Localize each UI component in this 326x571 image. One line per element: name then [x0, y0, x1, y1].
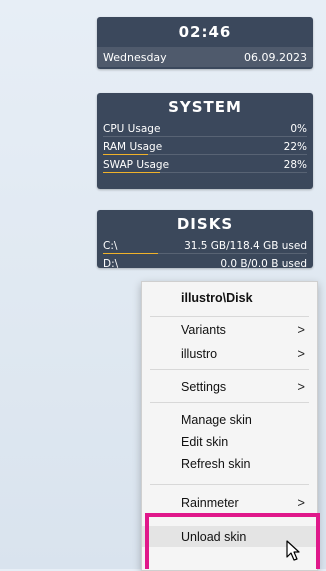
system-row-label: SWAP Usage: [103, 159, 170, 171]
system-row-value: 0%: [290, 123, 307, 135]
menu-item-label: Rainmeter: [181, 495, 239, 510]
system-row-cpu: CPU Usage 0%: [97, 120, 313, 138]
submenu-arrow-icon: >: [297, 495, 305, 510]
disk-row-label: C:\: [103, 240, 118, 252]
system-row-label: CPU Usage: [103, 123, 161, 135]
usage-meter-track: [103, 136, 307, 137]
system-row-swap: SWAP Usage 28%: [97, 156, 313, 174]
system-row-ram: RAM Usage 22%: [97, 138, 313, 156]
system-row-value: 22%: [283, 141, 307, 153]
menu-item-settings[interactable]: Settings >: [142, 376, 317, 397]
menu-header: illustro\Disk: [181, 290, 253, 305]
disks-widget[interactable]: DISKS C:\ 31.5 GB/118.4 GB used D:\ 0.0 …: [97, 210, 313, 268]
usage-meter: [103, 172, 160, 173]
menu-item-label: Variants: [181, 322, 226, 337]
submenu-arrow-icon: >: [297, 322, 305, 337]
system-title: SYSTEM: [168, 98, 242, 116]
disk-row-c: C:\ 31.5 GB/118.4 GB used: [97, 237, 313, 255]
menu-item-rainmeter[interactable]: Rainmeter >: [142, 492, 317, 513]
menu-item-edit-skin[interactable]: Edit skin: [142, 431, 317, 452]
clock-date: 06.09.2023: [244, 50, 307, 64]
menu-separator: [150, 316, 309, 317]
system-widget[interactable]: SYSTEM CPU Usage 0% RAM Usage 22% SWAP U…: [97, 93, 313, 189]
system-row-label: RAM Usage: [103, 141, 163, 153]
disk-row-value: 0.0 B/0.0 B used: [220, 258, 307, 268]
menu-item-label: Edit skin: [181, 434, 229, 449]
submenu-arrow-icon: >: [297, 346, 305, 361]
menu-item-manage-skin[interactable]: Manage skin: [142, 409, 317, 430]
menu-separator: [150, 484, 309, 485]
menu-item-illustro[interactable]: illustro >: [142, 343, 317, 364]
clock-date-row: Wednesday 06.09.2023: [97, 47, 313, 67]
menu-separator: [150, 369, 309, 370]
mouse-pointer-icon: [286, 540, 300, 561]
menu-item-label: Manage skin: [181, 412, 252, 427]
menu-item-label: Settings: [181, 379, 227, 394]
menu-item-refresh-skin[interactable]: Refresh skin: [142, 453, 317, 474]
menu-item-variants[interactable]: Variants >: [142, 319, 317, 340]
clock-time: 02:46: [178, 23, 232, 41]
clock-day: Wednesday: [103, 50, 167, 64]
menu-separator: [150, 402, 309, 403]
menu-item-label: illustro: [181, 346, 218, 361]
disk-row-value: 31.5 GB/118.4 GB used: [184, 240, 307, 252]
disks-title: DISKS: [176, 215, 234, 233]
system-row-value: 28%: [283, 159, 307, 171]
clock-widget[interactable]: 02:46 Wednesday 06.09.2023: [97, 17, 313, 69]
disk-row-d: D:\ 0.0 B/0.0 B used: [97, 255, 313, 268]
disk-row-label: D:\: [103, 258, 119, 268]
usage-meter: [103, 154, 148, 155]
usage-meter: [103, 253, 158, 254]
submenu-arrow-icon: >: [297, 379, 305, 394]
menu-item-label: Refresh skin: [181, 456, 251, 471]
